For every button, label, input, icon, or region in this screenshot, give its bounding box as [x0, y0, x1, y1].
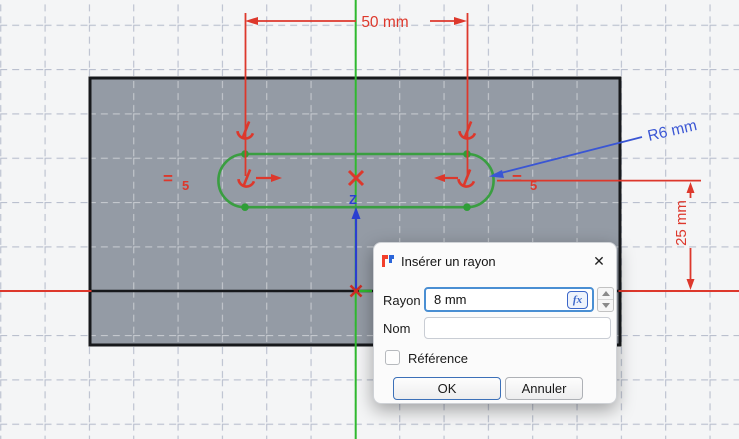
rayon-input-wrapper: fx: [424, 287, 594, 312]
svg-text:=: =: [163, 169, 173, 188]
nom-row: Nom: [374, 317, 616, 340]
reference-row: Référence: [374, 349, 616, 367]
sketch-canvas: 50 mm 25 mm =: [0, 0, 739, 439]
cancel-button[interactable]: Annuler: [505, 377, 583, 400]
nom-input[interactable]: [425, 318, 610, 338]
dialog-buttons: OK Annuler: [374, 377, 616, 400]
close-icon[interactable]: ✕: [590, 252, 608, 270]
spinner-down-icon: [602, 303, 610, 308]
z-axis-label: Z: [349, 192, 357, 207]
nom-input-wrapper: [424, 317, 611, 339]
ok-button[interactable]: OK: [393, 377, 501, 400]
rayon-spinner: [597, 287, 614, 312]
svg-text:5: 5: [182, 178, 189, 193]
dialog-titlebar[interactable]: Insérer un rayon ✕: [374, 243, 616, 275]
tangent-point[interactable]: [463, 203, 471, 211]
rayon-label: Rayon :: [383, 293, 428, 308]
rayon-row: Rayon : fx: [374, 287, 616, 313]
fusion-logo-icon: [381, 254, 395, 268]
insert-radius-dialog: Insérer un rayon ✕ Rayon : fx Nom Référe…: [373, 242, 617, 404]
nom-label: Nom: [383, 321, 410, 336]
fx-expression-icon[interactable]: fx: [567, 291, 588, 309]
spinner-up-icon: [602, 291, 610, 296]
spinner-up-button[interactable]: [598, 288, 613, 300]
reference-label: Référence: [408, 351, 468, 366]
dialog-title: Insérer un rayon: [401, 254, 590, 269]
rayon-input[interactable]: [426, 292, 544, 307]
tangent-point[interactable]: [241, 203, 249, 211]
dimension-width-label[interactable]: 50 mm: [361, 14, 408, 31]
reference-checkbox[interactable]: [385, 350, 400, 365]
svg-text:5: 5: [530, 178, 537, 193]
cad-viewport: 50 mm 25 mm =: [0, 0, 739, 439]
dimension-height-label[interactable]: 25 mm: [673, 200, 690, 246]
spinner-down-button[interactable]: [598, 300, 613, 311]
svg-text:=: =: [512, 169, 522, 188]
